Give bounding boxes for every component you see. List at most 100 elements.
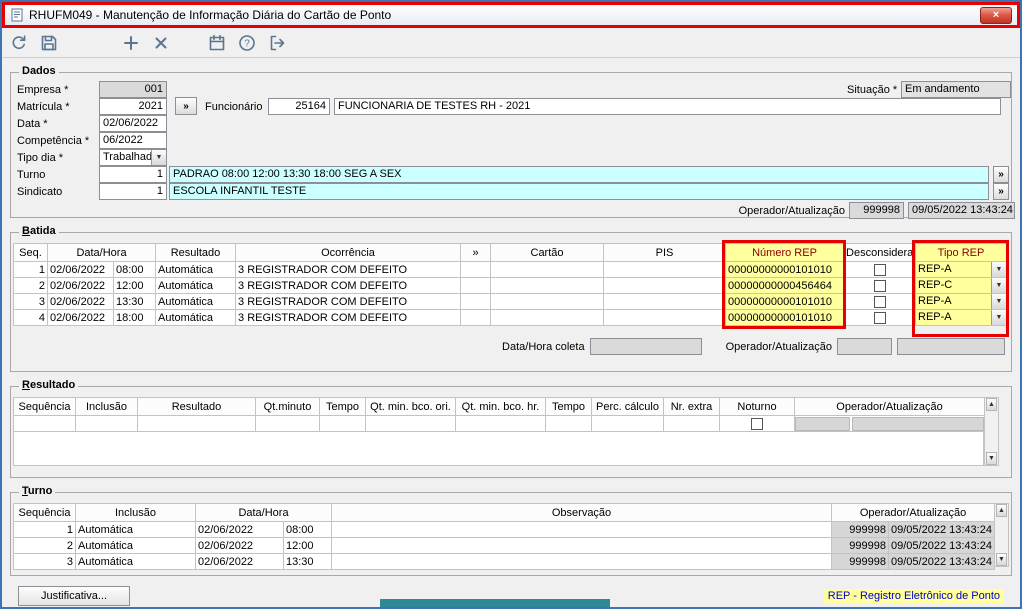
cell-numero-rep[interactable]: 00000000000456464: [725, 277, 845, 294]
cell-hora[interactable]: 08:00: [112, 261, 157, 278]
cell-pis[interactable]: [603, 309, 727, 326]
justificativa-button[interactable]: Justificativa...: [18, 586, 130, 606]
tipo-rep-select[interactable]: REP-A ▼: [917, 262, 1006, 277]
cell-perc-calculo[interactable]: [591, 415, 664, 432]
title-bar[interactable]: RHUFM049 - Manutenção de Informação Diár…: [2, 2, 1020, 28]
cell-data[interactable]: 02/06/2022: [47, 309, 114, 326]
cell-cartao[interactable]: [490, 309, 605, 326]
scroll-up-arrow[interactable]: ▲: [996, 504, 1007, 517]
cell-qt-minuto[interactable]: [255, 415, 320, 432]
cell-sequencia[interactable]: 2: [13, 537, 76, 554]
cell-data[interactable]: 02/06/2022: [47, 293, 114, 310]
cell-seq[interactable]: 3: [13, 293, 48, 310]
cell-seq[interactable]: 1: [13, 261, 48, 278]
cell-observacao[interactable]: [331, 553, 833, 570]
cell-ocorrencia[interactable]: 3 REGISTRADOR COM DEFEITO: [235, 309, 462, 326]
cell-tempo[interactable]: [319, 415, 366, 432]
noturno-checkbox[interactable]: [751, 417, 763, 430]
cell-resultado[interactable]: Automática: [155, 261, 237, 278]
cell-resultado[interactable]: [137, 415, 256, 432]
cell-data[interactable]: 02/06/2022: [195, 553, 284, 570]
desconsiderar-checkbox[interactable]: [873, 295, 886, 308]
cell-goto[interactable]: [460, 261, 492, 278]
dropdown-arrow-icon[interactable]: ▼: [991, 294, 1006, 309]
refresh-button[interactable]: [6, 31, 32, 55]
cell-data[interactable]: 02/06/2022: [195, 521, 284, 538]
cell-hora[interactable]: 18:00: [112, 309, 157, 326]
col-goto[interactable]: »: [460, 243, 492, 262]
sindicato-desc-field[interactable]: ESCOLA INFANTIL TESTE: [169, 183, 989, 200]
cell-cartao[interactable]: [490, 261, 605, 278]
cell-qt-min-bco-hr[interactable]: [455, 415, 546, 432]
sindicato-lookup-button[interactable]: »: [993, 183, 1009, 200]
delete-button[interactable]: [148, 31, 174, 55]
cell-numero-rep[interactable]: 00000000000101010: [725, 261, 845, 278]
cell-data[interactable]: 02/06/2022: [195, 537, 284, 554]
cell-hora[interactable]: 12:00: [112, 277, 157, 294]
desconsiderar-checkbox[interactable]: [873, 279, 886, 292]
help-button[interactable]: ?: [234, 31, 260, 55]
dropdown-arrow-icon[interactable]: ▼: [991, 310, 1006, 325]
cell-numero-rep[interactable]: 00000000000101010: [725, 309, 845, 326]
dropdown-arrow-icon[interactable]: ▼: [991, 278, 1006, 293]
dropdown-arrow-icon[interactable]: ▼: [151, 150, 166, 165]
tipo-rep-select[interactable]: REP-A ▼: [917, 294, 1006, 309]
cell-nr-extra[interactable]: [663, 415, 720, 432]
cell-seq[interactable]: 4: [13, 309, 48, 326]
cell-data[interactable]: 02/06/2022: [47, 261, 114, 278]
sindicato-field[interactable]: 1: [99, 183, 167, 200]
cell-sequencia[interactable]: 3: [13, 553, 76, 570]
cell-tempo-2[interactable]: [545, 415, 592, 432]
scroll-down-arrow[interactable]: ▼: [986, 452, 997, 465]
cell-goto[interactable]: [460, 277, 492, 294]
competencia-field[interactable]: 06/2022: [99, 132, 167, 149]
cell-inclusao[interactable]: Automática: [75, 521, 196, 538]
cell-goto[interactable]: [460, 309, 492, 326]
scroll-down-arrow[interactable]: ▼: [996, 553, 1007, 566]
cell-cartao[interactable]: [490, 277, 605, 294]
cell-qt-min-bco-ori[interactable]: [365, 415, 456, 432]
desconsiderar-checkbox[interactable]: [873, 311, 886, 324]
turno-scrollbar[interactable]: ▲ ▼: [994, 503, 1009, 567]
turno-lookup-button[interactable]: »: [993, 166, 1009, 183]
cell-hora[interactable]: 13:30: [282, 553, 333, 570]
data-field[interactable]: 02/06/2022: [99, 115, 167, 132]
cell-observacao[interactable]: [331, 537, 833, 554]
save-button[interactable]: [36, 31, 62, 55]
cell-resultado[interactable]: Automática: [155, 277, 237, 294]
cell-hora[interactable]: 12:00: [282, 537, 333, 554]
add-button[interactable]: [118, 31, 144, 55]
cell-pis[interactable]: [603, 293, 727, 310]
exit-button[interactable]: [264, 31, 290, 55]
close-button[interactable]: ×: [980, 6, 1012, 24]
cell-ocorrencia[interactable]: 3 REGISTRADOR COM DEFEITO: [235, 261, 462, 278]
cell-hora[interactable]: 13:30: [112, 293, 157, 310]
cell-ocorrencia[interactable]: 3 REGISTRADOR COM DEFEITO: [235, 293, 462, 310]
cell-hora[interactable]: 08:00: [282, 521, 333, 538]
cell-goto[interactable]: [460, 293, 492, 310]
matricula-field[interactable]: 2021: [99, 98, 167, 115]
cell-resultado[interactable]: Automática: [155, 293, 237, 310]
calendar-button[interactable]: [204, 31, 230, 55]
cell-inclusao[interactable]: [75, 415, 138, 432]
tipo-rep-select[interactable]: REP-A ▼: [917, 310, 1006, 325]
cell-pis[interactable]: [603, 261, 727, 278]
tipo-rep-select[interactable]: REP-C ▼: [917, 278, 1006, 293]
cell-numero-rep[interactable]: 00000000000101010: [725, 293, 845, 310]
scroll-up-arrow[interactable]: ▲: [986, 398, 997, 411]
cell-observacao[interactable]: [331, 521, 833, 538]
turno-desc-field[interactable]: PADRAO 08:00 12:00 13:30 18:00 SEG A SEX: [169, 166, 989, 183]
cell-cartao[interactable]: [490, 293, 605, 310]
tipo-dia-select[interactable]: Trabalhad ▼: [99, 149, 167, 166]
resultado-scrollbar[interactable]: ▲ ▼: [984, 397, 999, 466]
funcionario-lookup-button[interactable]: »: [175, 97, 197, 115]
cell-pis[interactable]: [603, 277, 727, 294]
desconsiderar-checkbox[interactable]: [873, 263, 886, 276]
cell-seq[interactable]: 2: [13, 277, 48, 294]
cell-data[interactable]: 02/06/2022: [47, 277, 114, 294]
dropdown-arrow-icon[interactable]: ▼: [991, 262, 1006, 277]
cell-inclusao[interactable]: Automática: [75, 537, 196, 554]
cell-resultado[interactable]: Automática: [155, 309, 237, 326]
cell-inclusao[interactable]: Automática: [75, 553, 196, 570]
funcionario-num-field[interactable]: 25164: [268, 98, 330, 115]
